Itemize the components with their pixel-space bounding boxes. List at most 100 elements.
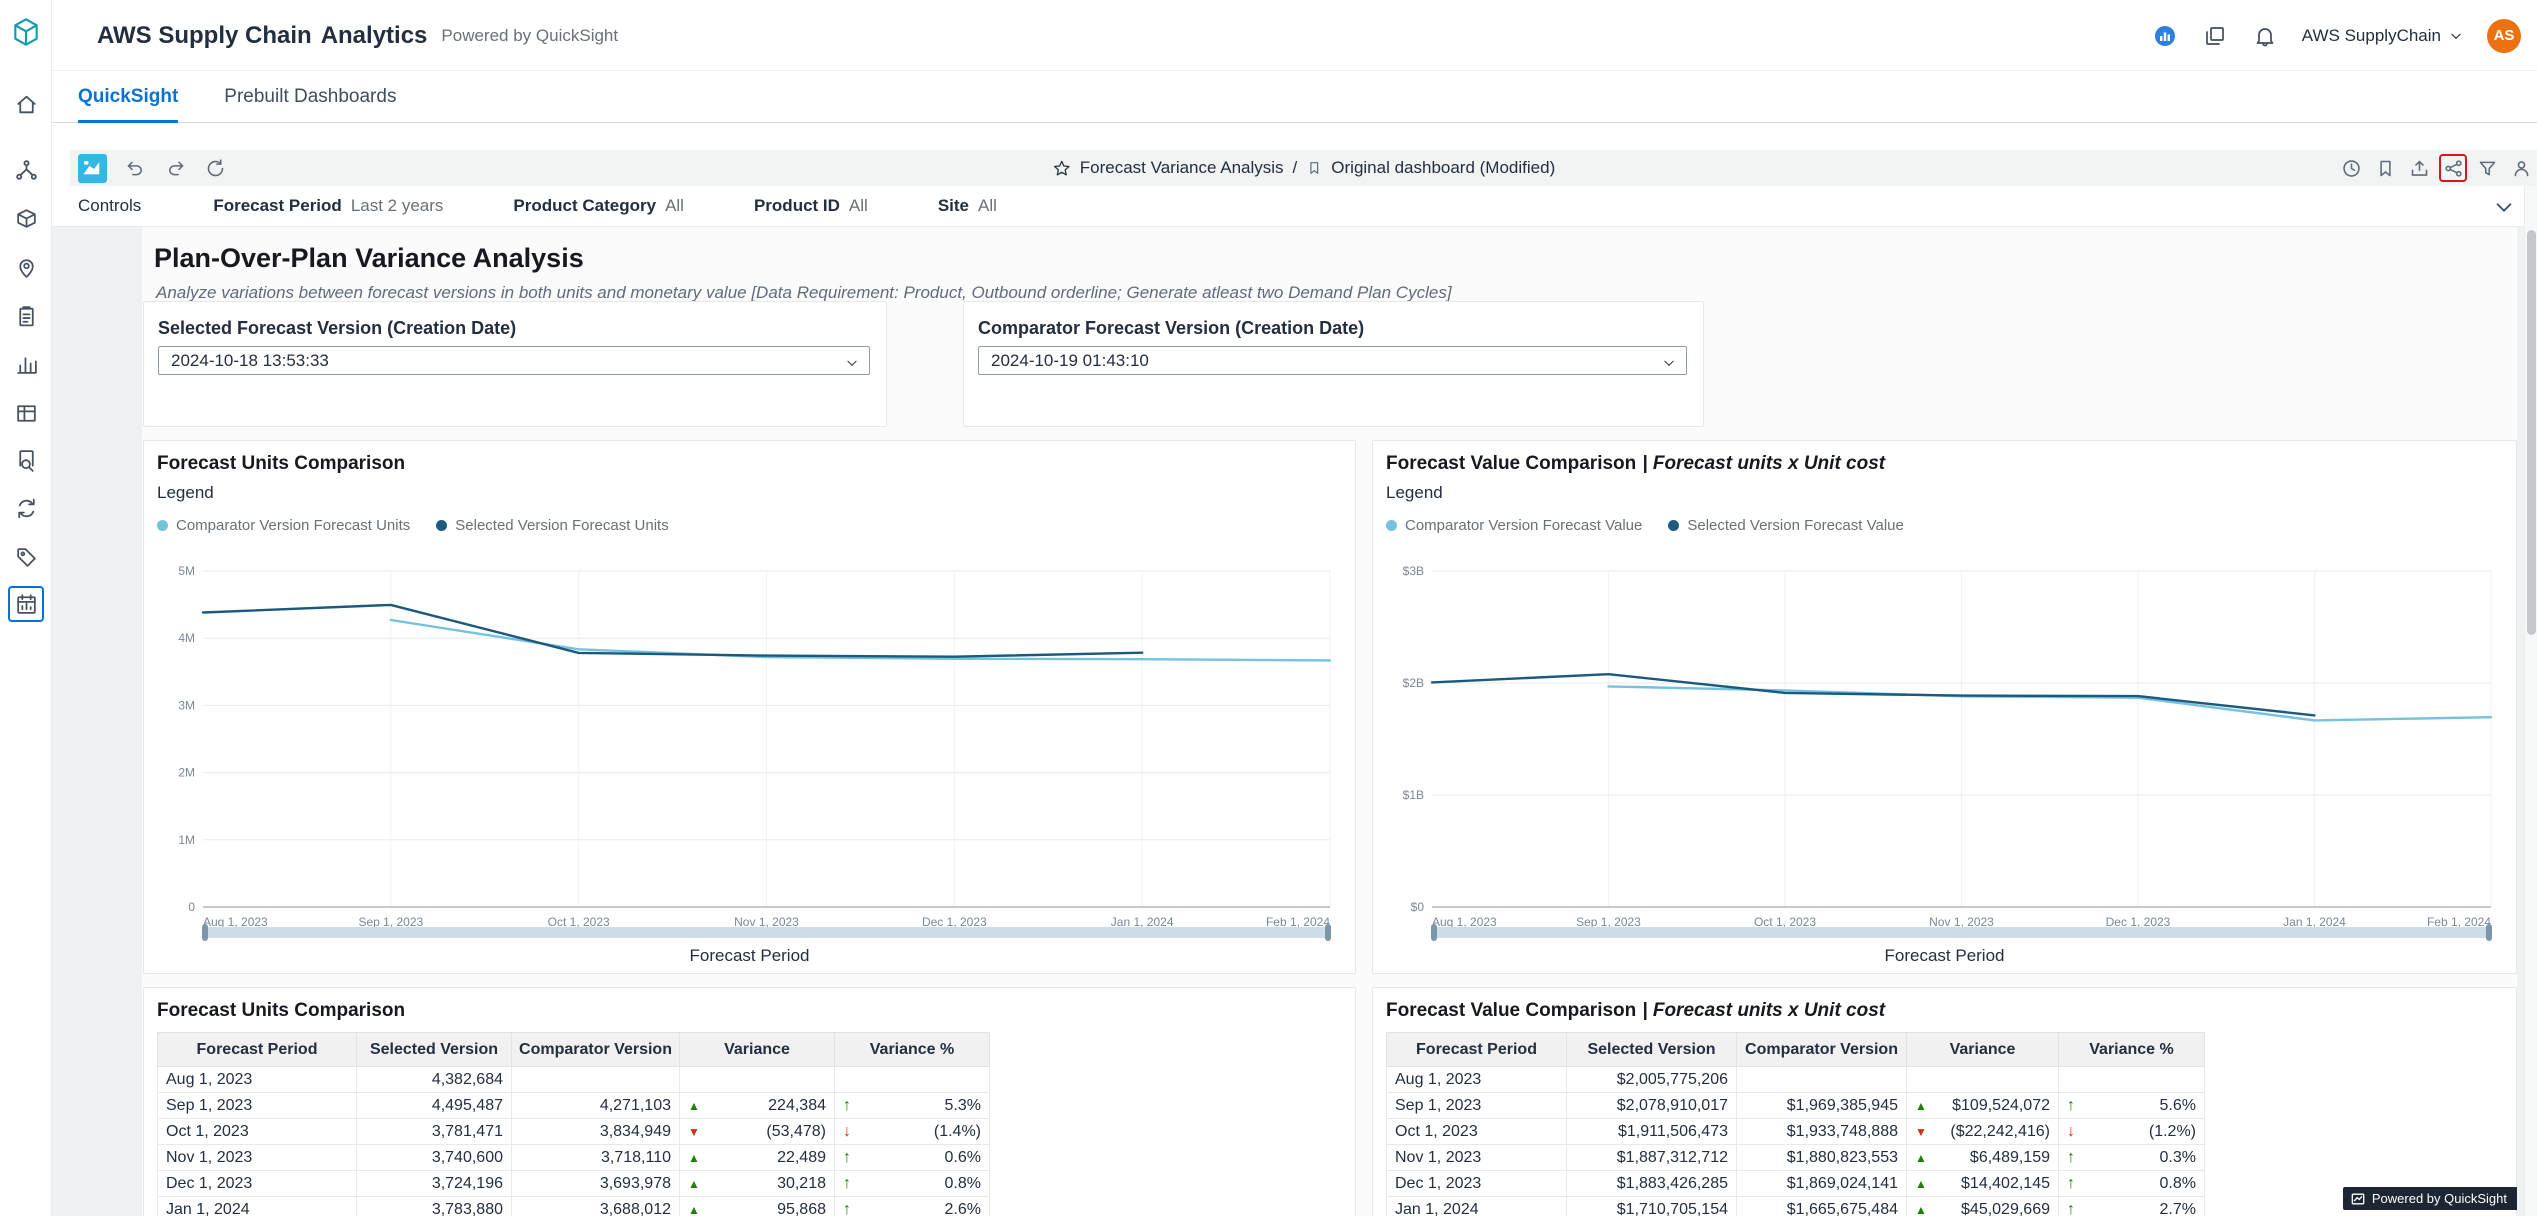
windows-icon[interactable] xyxy=(2202,23,2228,49)
down-arrow-icon: ↓ xyxy=(2067,1124,2075,1140)
reset-icon[interactable] xyxy=(203,156,227,180)
column-header[interactable]: Comparator Version xyxy=(512,1033,680,1067)
column-header[interactable]: Comparator Version xyxy=(1737,1033,1907,1067)
chevron-down-icon xyxy=(2449,29,2463,43)
forecast-units-table-card: Forecast Units Comparison Forecast Perio… xyxy=(143,987,1356,1216)
account-menu[interactable]: AWS SupplyChain xyxy=(2302,26,2463,46)
share-icon[interactable] xyxy=(2439,154,2467,182)
breadcrumb-dashboard-name[interactable]: Forecast Variance Analysis xyxy=(1080,158,1284,178)
series-dot xyxy=(436,520,447,531)
table-row: Nov 1, 20233,740,6003,718,110▲22,489↑0.6… xyxy=(158,1145,990,1171)
controls-bar: Controls Forecast Period Last 2 years Pr… xyxy=(52,186,2537,227)
up-arrow-icon: ↑ xyxy=(2067,1098,2075,1114)
column-header[interactable]: Selected Version xyxy=(357,1033,512,1067)
x-axis-title: Forecast Period xyxy=(144,946,1355,966)
table-row: Aug 1, 2023$2,005,775,206 xyxy=(1387,1067,2205,1093)
legend-item[interactable]: Comparator Version Forecast Value xyxy=(1386,517,1642,534)
legend-title: Legend xyxy=(1386,483,1443,503)
up-arrow-icon: ↑ xyxy=(843,1202,851,1216)
up-arrow-icon: ▲ xyxy=(1915,1100,1927,1112)
favorite-star-icon[interactable] xyxy=(1052,159,1071,178)
filter-product-category[interactable]: Product Category All xyxy=(513,196,684,216)
forecast-value-table: Forecast PeriodSelected VersionComparato… xyxy=(1386,1032,2205,1216)
legend-item[interactable]: Comparator Version Forecast Units xyxy=(157,517,410,534)
slider-handle-right[interactable] xyxy=(2486,924,2492,941)
column-header[interactable]: Variance % xyxy=(835,1033,990,1067)
app-window: AWS Supply Chain Analytics Powered by Qu… xyxy=(0,0,2537,1216)
slider-handle-right[interactable] xyxy=(1325,924,1331,941)
column-header[interactable]: Selected Version xyxy=(1567,1033,1737,1067)
column-header[interactable]: Forecast Period xyxy=(158,1033,357,1067)
up-arrow-icon: ↑ xyxy=(843,1150,851,1166)
network-icon[interactable] xyxy=(8,152,44,188)
demand-planning-calendar-icon[interactable] xyxy=(8,586,44,622)
app-title-analytics: Analytics xyxy=(321,22,428,50)
dashboard-sheet: Plan-Over-Plan Variance Analysis Analyze… xyxy=(142,227,2517,1216)
collapse-controls-icon[interactable] xyxy=(2493,196,2515,218)
table-row: Jan 1, 2024$1,710,705,154$1,665,675,484▲… xyxy=(1387,1197,2205,1216)
scrollbar-thumb[interactable] xyxy=(2527,230,2536,635)
forecast-units-table: Forecast PeriodSelected VersionComparato… xyxy=(157,1032,990,1216)
location-pin-icon[interactable] xyxy=(8,249,44,285)
up-arrow-icon: ▲ xyxy=(688,1178,700,1190)
filter-forecast-period[interactable]: Forecast Period Last 2 years xyxy=(213,196,443,216)
svg-text:$2B: $2B xyxy=(1403,676,1424,690)
sync-operations-icon[interactable] xyxy=(8,490,44,526)
page-subtitle: Analyze variations between forecast vers… xyxy=(156,283,1452,303)
table-row: Aug 1, 20234,382,684 xyxy=(158,1067,990,1093)
up-arrow-icon: ↑ xyxy=(843,1098,851,1114)
selected-version-value: 2024-10-18 13:53:33 xyxy=(171,351,329,371)
slider-handle-left[interactable] xyxy=(202,924,208,941)
legend: Comparator Version Forecast Units Select… xyxy=(157,515,669,535)
tab-bar: QuickSight Prebuilt Dashboards xyxy=(52,71,2537,123)
filter-site[interactable]: Site All xyxy=(938,196,997,216)
tag-icon[interactable] xyxy=(8,539,44,575)
series-dot xyxy=(157,520,168,531)
data-table-icon[interactable] xyxy=(8,395,44,431)
table-row: Oct 1, 20233,781,4713,834,949▼(53,478)↓(… xyxy=(158,1119,990,1145)
table-row: Nov 1, 2023$1,887,312,712$1,880,823,553▲… xyxy=(1387,1145,2205,1171)
column-header[interactable]: Forecast Period xyxy=(1387,1033,1567,1067)
legend-item[interactable]: Selected Version Forecast Units xyxy=(436,517,668,534)
column-header[interactable]: Variance % xyxy=(2059,1033,2205,1067)
legend-item[interactable]: Selected Version Forecast Value xyxy=(1668,517,1904,534)
home-icon[interactable] xyxy=(8,86,44,122)
filter-product-id[interactable]: Product ID All xyxy=(754,196,868,216)
tab-prebuilt-dashboards[interactable]: Prebuilt Dashboards xyxy=(224,71,396,123)
down-arrow-icon: ▼ xyxy=(1915,1126,1927,1138)
package-icon[interactable] xyxy=(8,200,44,236)
table-row: Sep 1, 2023$2,078,910,017$1,969,385,945▲… xyxy=(1387,1093,2205,1119)
x-axis-range-slider[interactable] xyxy=(203,927,1330,938)
bar-chart-icon[interactable] xyxy=(8,346,44,382)
dashboard-thumbnail-icon[interactable] xyxy=(78,154,107,183)
breadcrumb-version-status[interactable]: Original dashboard (Modified) xyxy=(1331,158,1555,178)
up-arrow-icon: ↑ xyxy=(2067,1176,2075,1192)
column-header[interactable]: Variance xyxy=(680,1033,835,1067)
person-icon[interactable] xyxy=(2507,154,2535,182)
column-header[interactable]: Variance xyxy=(1907,1033,2059,1067)
svg-text:$0: $0 xyxy=(1411,900,1425,914)
redo-icon[interactable] xyxy=(163,156,187,180)
forecast-value-chart-card: Forecast Value Comparison| Forecast unit… xyxy=(1372,440,2517,974)
forecast-units-chart-card: Forecast Units Comparison Legend Compara… xyxy=(143,440,1356,974)
vertical-scrollbar[interactable] xyxy=(2524,186,2537,1216)
table-row: Sep 1, 20234,495,4874,271,103▲224,384↑5.… xyxy=(158,1093,990,1119)
history-clock-icon[interactable] xyxy=(2337,154,2365,182)
comparator-version-dropdown[interactable]: 2024-10-19 01:43:10 xyxy=(978,346,1687,375)
table-row: Jan 1, 20243,783,8803,688,012▲95,868↑2.6… xyxy=(158,1197,990,1216)
x-axis-range-slider[interactable] xyxy=(1432,927,2491,938)
export-icon[interactable] xyxy=(2405,154,2433,182)
aws-supply-chain-logo[interactable] xyxy=(8,14,44,50)
insights-search-icon[interactable] xyxy=(8,442,44,478)
undo-icon[interactable] xyxy=(123,156,147,180)
slider-handle-left[interactable] xyxy=(1431,924,1437,941)
selected-version-dropdown[interactable]: 2024-10-18 13:53:33 xyxy=(158,346,870,375)
filter-funnel-icon[interactable] xyxy=(2473,154,2501,182)
avatar[interactable]: AS xyxy=(2487,19,2521,53)
tab-quicksight[interactable]: QuickSight xyxy=(78,71,178,123)
bookmark-icon[interactable] xyxy=(2371,154,2399,182)
notifications-bell-icon[interactable] xyxy=(2252,23,2278,49)
quicksight-icon[interactable] xyxy=(2152,23,2178,49)
up-arrow-icon: ↑ xyxy=(843,1176,851,1192)
orders-clipboard-icon[interactable] xyxy=(8,298,44,334)
